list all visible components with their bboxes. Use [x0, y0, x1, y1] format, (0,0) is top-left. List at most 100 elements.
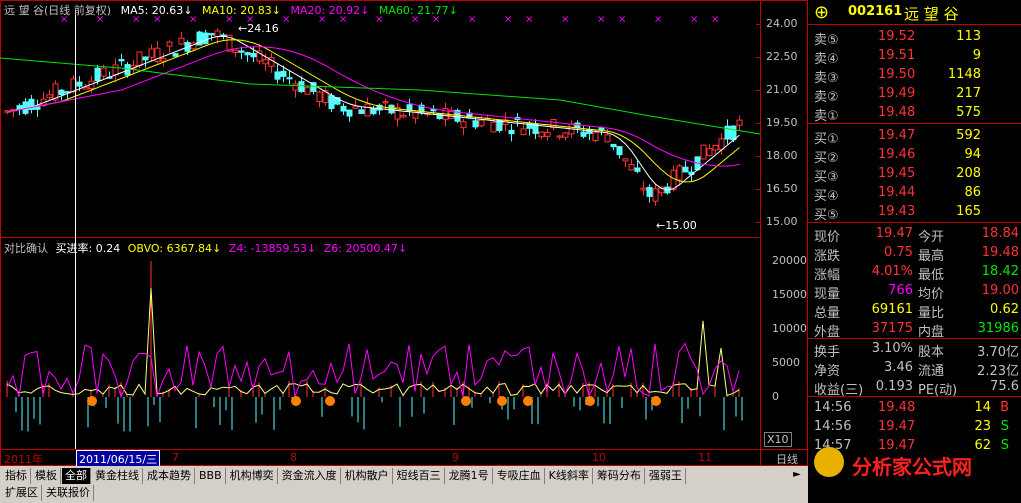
book-volume: 165 — [956, 204, 981, 219]
month-label: 10 — [592, 451, 606, 464]
candle-body — [592, 132, 599, 141]
indicator-tab[interactable]: 成本趋势 — [144, 468, 195, 484]
book-label: 卖④ — [814, 52, 839, 67]
book-label: 买② — [814, 151, 839, 166]
ma5-label: MA5: 20.63 — [120, 4, 184, 17]
book-label: 买④ — [814, 189, 839, 204]
candle-body — [388, 104, 395, 114]
candle-body — [214, 30, 221, 38]
bid-row[interactable]: 买① 19.47 592 — [808, 127, 1021, 147]
indicator-tab[interactable]: 指标 — [2, 468, 31, 484]
stat-row: 总量 69161 量比 0.62 — [808, 301, 1021, 321]
ask-row[interactable]: 卖① 19.48 575 — [808, 104, 1021, 124]
candle-body — [328, 95, 335, 110]
month-label: 8 — [290, 451, 297, 464]
low-marker: ←15.00 — [656, 219, 697, 232]
candle-body — [262, 59, 269, 65]
signal-icon — [291, 396, 301, 406]
fund-row: 换手 3.10% 股本 3.70亿 — [808, 340, 1021, 360]
signal-icon — [461, 396, 471, 406]
indicator-tab[interactable]: 短线百三 — [394, 468, 445, 484]
candle-body — [682, 166, 689, 173]
ask-row[interactable]: 卖④ 19.51 9 — [808, 47, 1021, 67]
stat-row: 现量 766 均价 19.00 — [808, 282, 1021, 302]
month-label: 11 — [698, 451, 712, 464]
indicator-tab[interactable]: BBB — [196, 468, 226, 484]
price-y-tick: 22.50 — [766, 50, 798, 63]
indicator-tab[interactable]: 机构博奕 — [227, 468, 278, 484]
signal-marker: × — [468, 14, 476, 25]
bid-row[interactable]: 买② 19.46 94 — [808, 146, 1021, 166]
indicator-legend: 对比确认 买进率: 0.24 OBVO: 6367.84↓ Z4: -13859… — [4, 242, 408, 255]
signal-icon — [87, 396, 97, 406]
candle-body — [652, 188, 659, 202]
ask-row[interactable]: 卖⑤ 19.52 113 — [808, 28, 1021, 48]
bid-row[interactable]: 买⑤ 19.43 165 — [808, 203, 1021, 223]
candle-body — [250, 53, 257, 58]
book-label: 卖⑤ — [814, 33, 839, 48]
signal-icon — [585, 396, 595, 406]
stat-label: 净资 — [814, 364, 841, 379]
indicator-y-tick: 10000 — [772, 322, 807, 335]
candle-body — [562, 132, 569, 138]
candle-body — [166, 41, 173, 47]
kline-chart-svg[interactable]: × × × × × × × × × × × × × × × × × × × × × × — [0, 0, 808, 466]
scroll-right-icon[interactable]: ► — [790, 468, 804, 482]
month-label: 9 — [452, 451, 459, 464]
stat-row: 涨跌 0.75 最高 19.48 — [808, 244, 1021, 264]
indicator-tab[interactable]: 黄金柱线 — [92, 468, 143, 484]
stat-label: 最高 — [918, 249, 945, 264]
z6-line — [6, 342, 740, 399]
indicator-tab[interactable]: 机构散户 — [342, 468, 393, 484]
signal-marker: × — [504, 14, 512, 25]
indicator-tab[interactable]: 筹码分布 — [594, 468, 645, 484]
indicator-tab[interactable]: 全部 — [62, 468, 91, 484]
period-label[interactable]: 日线 — [776, 451, 798, 467]
indicator-tab-bar: 指标 模板 全部 黄金柱线 成本趋势 BBB 机构博奕 资金流入度 机构散户 短线百三 龙腾1号 专吸… — [0, 466, 808, 503]
candle-body — [358, 109, 365, 114]
stat-value: 0.193 — [875, 379, 913, 394]
indicator-tab[interactable]: 模板 — [32, 468, 61, 484]
stat-label: 换手 — [814, 345, 841, 360]
high-marker: ←24.16 — [238, 22, 279, 35]
indicator-tab[interactable]: 资金流入度 — [279, 468, 341, 484]
bottom-tab[interactable]: 扩展区 — [2, 485, 42, 501]
book-price: 19.48 — [878, 105, 916, 120]
candle-body — [58, 89, 65, 95]
stat-value: 19.47 — [875, 226, 913, 241]
stats-divider — [808, 222, 1021, 223]
bid-row[interactable]: 买③ 19.45 208 — [808, 165, 1021, 185]
candle-body — [76, 81, 83, 87]
indicator-tab[interactable]: 龙腾1号 — [446, 468, 493, 484]
indicator-tab[interactable]: K线斜率 — [546, 468, 593, 484]
ask-row[interactable]: 卖③ 19.50 1148 — [808, 66, 1021, 86]
book-label: 卖① — [814, 109, 839, 124]
chart-area[interactable]: × × × × × × × × × × × × × × × × × × × × × × 远 望 谷(日线 前复权) MA5… — [0, 0, 808, 468]
multiplier-badge[interactable]: X10 — [764, 432, 792, 447]
stat-label: 最低 — [918, 268, 945, 283]
stat-value: 0.62 — [990, 302, 1019, 317]
candle-body — [202, 32, 209, 45]
candle-body — [700, 144, 707, 160]
stat-label: 涨幅 — [814, 268, 841, 283]
signal-icon — [497, 396, 507, 406]
stat-value: 18.42 — [981, 264, 1019, 279]
book-volume: 9 — [972, 48, 981, 63]
indicator-tab[interactable]: 强弱王 — [646, 468, 686, 484]
indicator-tab[interactable]: 专吸庄血 — [494, 468, 545, 484]
book-label: 买⑤ — [814, 208, 839, 223]
ask-row[interactable]: 卖② 19.49 217 — [808, 85, 1021, 105]
book-label: 卖③ — [814, 71, 839, 86]
bottom-tab[interactable]: 关联报价 — [43, 485, 94, 501]
book-price: 19.49 — [878, 86, 916, 101]
candle-body — [598, 127, 605, 131]
stat-value: 4.01% — [871, 264, 913, 279]
bid-row[interactable]: 买④ 19.44 86 — [808, 184, 1021, 204]
candle-body — [712, 145, 719, 151]
candle-body — [610, 143, 617, 148]
star-icon[interactable]: ⊕ — [814, 2, 829, 23]
stat-value: 3.10% — [871, 341, 913, 356]
year-label: 2011年 — [4, 453, 43, 466]
stat-label: 股本 — [918, 345, 945, 360]
tick-row: 14:56 19.47 23 S — [808, 418, 1021, 437]
